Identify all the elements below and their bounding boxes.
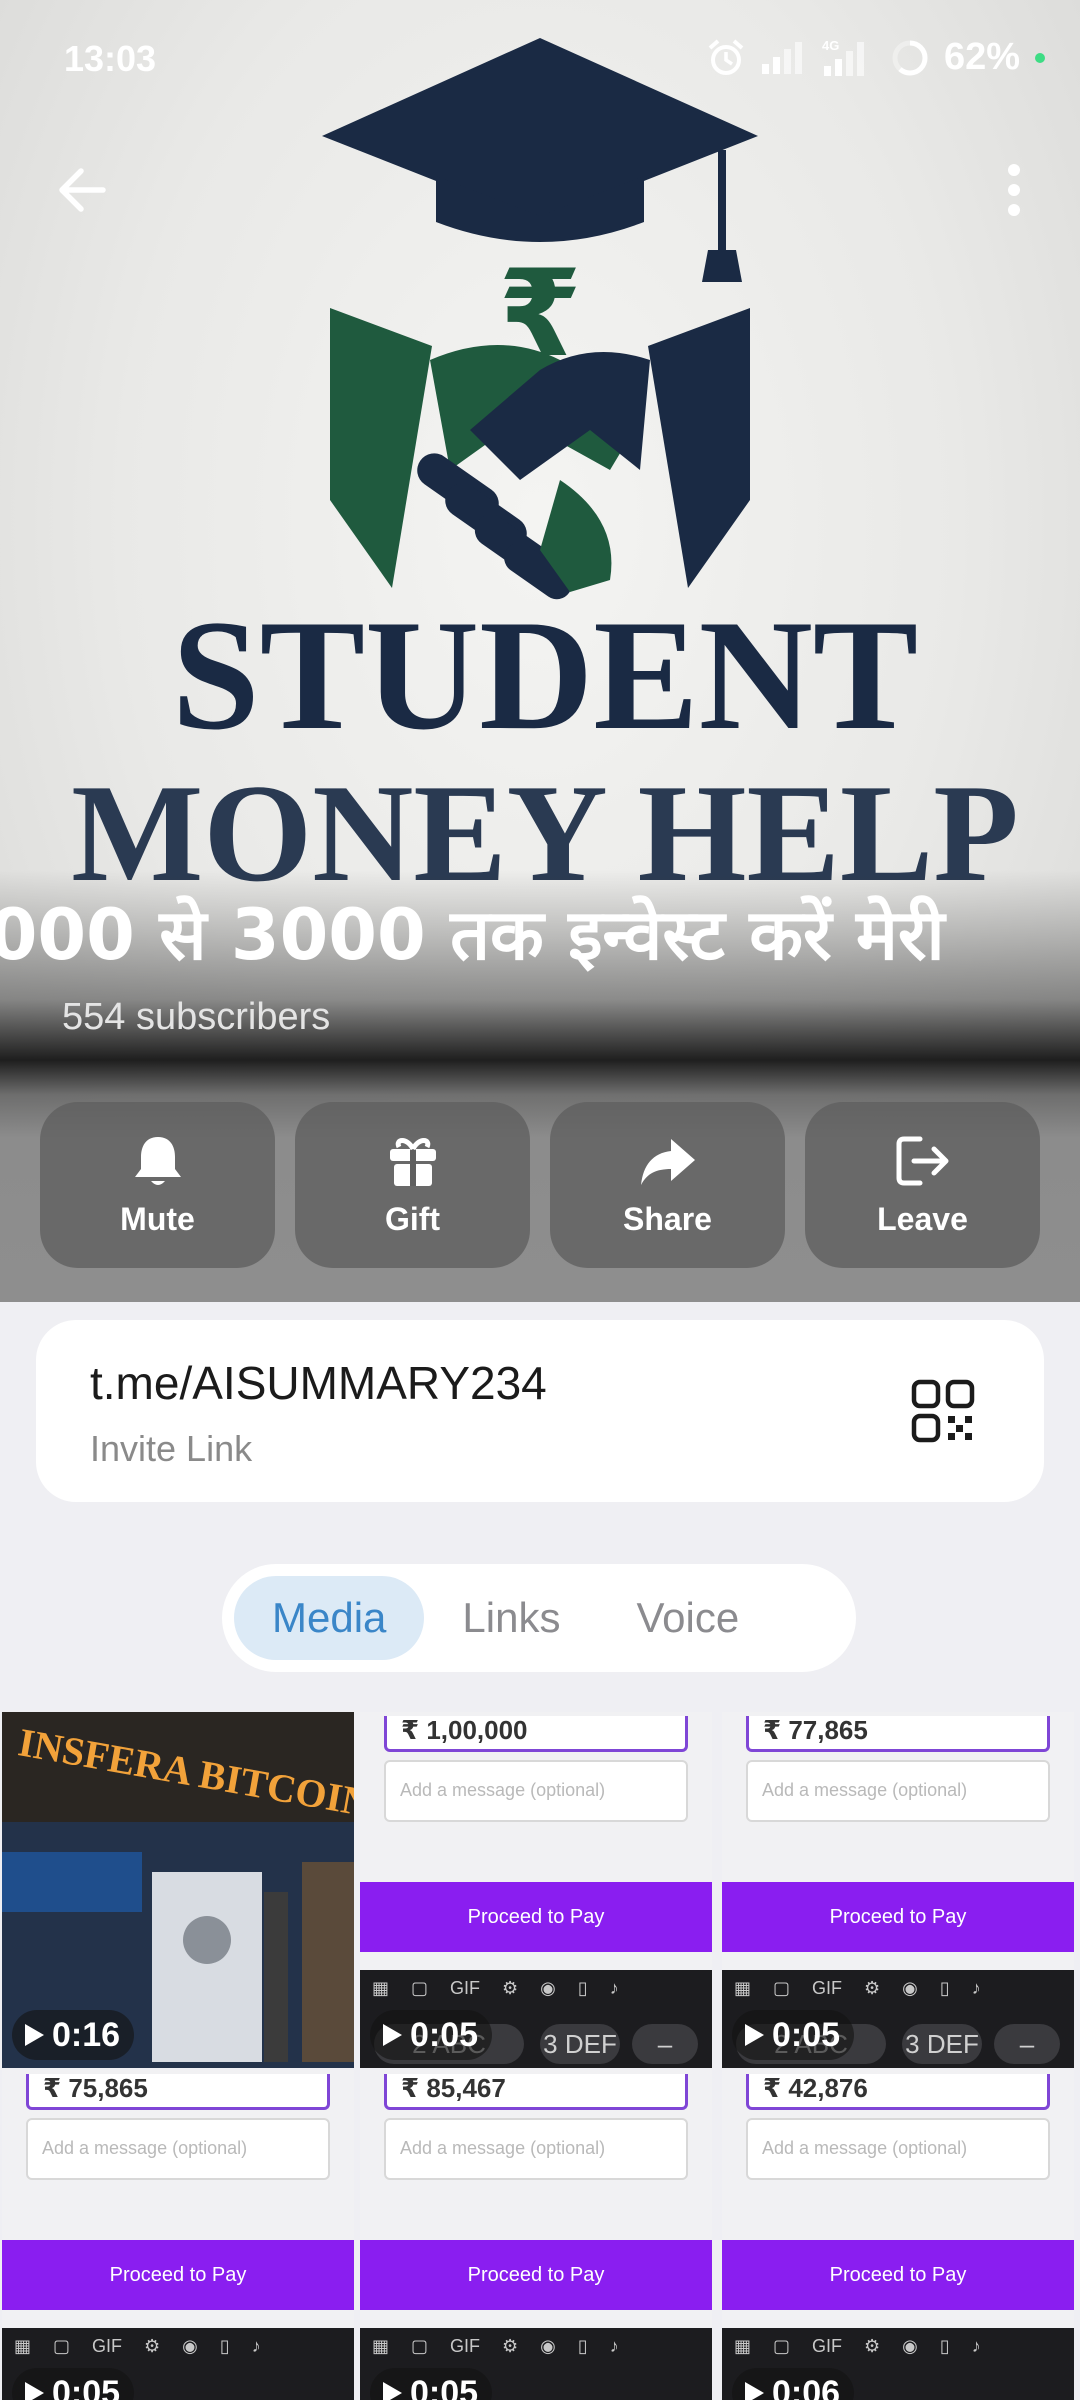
proceed-to-pay-label: Proceed to Pay [722, 2240, 1074, 2310]
status-time: 13:03 [64, 38, 157, 79]
signal-icon [761, 41, 802, 74]
signal-4g-icon: 4G [822, 38, 864, 76]
media-tabs: Media Links Voice [222, 1564, 856, 1672]
more-vert-icon [1008, 164, 1020, 216]
mute-label: Mute [120, 1200, 195, 1237]
key-minus: – [632, 2024, 698, 2064]
keyboard-toolbar: ▦ ▢ GIF ⚙ ◉ ▯ ♪ [14, 2336, 261, 2356]
share-label: Share [623, 1200, 712, 1237]
media-item[interactable]: INSFERA BITCOIN SHOP 0:16 [2, 1712, 354, 2068]
channel-header: ₹ STUDENT MONEY HELP 13:03 4G 62% 1000 स… [0, 0, 1080, 1302]
payment-amount: ₹ 77,865 [746, 1716, 1050, 1752]
leave-icon [896, 1136, 948, 1185]
play-icon [745, 2382, 764, 2400]
channel-title: 1000 से 3000 तक इन्वेस्ट करें मेरी [0, 894, 945, 976]
media-grid: INSFERA BITCOIN SHOP 0:16 ₹ 1,00,000 Add… [0, 1712, 1080, 2400]
video-duration: 0:06 [732, 2368, 855, 2400]
channel-logo: ₹ STUDENT MONEY HELP [71, 38, 1019, 900]
payment-amount: ₹ 42,876 [746, 2074, 1050, 2110]
video-duration: 0:05 [12, 2368, 135, 2400]
media-item[interactable]: ₹ 85,467 Add a message (optional) Procee… [360, 2070, 712, 2400]
proceed-to-pay-label: Proceed to Pay [2, 2240, 354, 2310]
payment-amount: ₹ 1,00,000 [384, 1716, 688, 1752]
battery-percent: 62% [943, 36, 1020, 78]
keyboard-toolbar: ▦ ▢ GIF ⚙ ◉ ▯ ♪ [372, 2336, 619, 2356]
share-icon [640, 1138, 695, 1185]
payment-screenshot: ₹ 85,467 Add a message (optional) Procee… [360, 2070, 712, 2400]
gift-button[interactable]: Gift [295, 1102, 530, 1268]
play-icon [383, 2382, 402, 2400]
play-icon [383, 2024, 402, 2046]
play-icon [25, 2024, 44, 2046]
proceed-to-pay-label: Proceed to Pay [360, 1882, 712, 1952]
proceed-to-pay-label: Proceed to Pay [722, 1882, 1074, 1952]
invite-link-label: Invite Link [90, 1428, 253, 1469]
payment-screenshot: ₹ 42,876 Add a message (optional) Procee… [722, 2070, 1074, 2400]
message-placeholder: Add a message (optional) [384, 2118, 688, 2180]
invite-link-card[interactable]: t.me/AISUMMARY234 Invite Link [36, 1320, 1044, 1502]
alarm-icon [708, 38, 744, 75]
play-icon [25, 2382, 44, 2400]
tab-media[interactable]: Media [234, 1576, 425, 1660]
rupee-icon: ₹ [498, 245, 582, 384]
svg-text:STUDENT: STUDENT [172, 588, 918, 763]
back-arrow-icon [59, 168, 106, 212]
message-placeholder: Add a message (optional) [746, 2118, 1050, 2180]
payment-amount: ₹ 75,865 [26, 2074, 330, 2110]
qr-code-icon[interactable] [910, 1378, 976, 1444]
message-placeholder: Add a message (optional) [746, 1760, 1050, 1822]
keyboard-toolbar: ▦ ▢ GIF ⚙ ◉ ▯ ♪ [372, 1978, 619, 1998]
mute-button[interactable]: Mute [40, 1102, 275, 1268]
gift-icon [389, 1137, 436, 1186]
message-placeholder: Add a message (optional) [26, 2118, 330, 2180]
proceed-to-pay-label: Proceed to Pay [360, 2240, 712, 2310]
payment-amount: ₹ 85,467 [384, 2074, 688, 2110]
gift-label: Gift [384, 1200, 441, 1237]
invite-link-url[interactable]: t.me/AISUMMARY234 [90, 1356, 547, 1410]
back-button[interactable] [34, 142, 130, 238]
tab-voice[interactable]: Voice [598, 1576, 777, 1660]
leave-button[interactable]: Leave [805, 1102, 1040, 1268]
bell-icon [134, 1136, 181, 1185]
media-item[interactable]: ₹ 1,00,000 Add a message (optional) Proc… [360, 1712, 712, 2068]
leave-label: Leave [877, 1200, 968, 1237]
subscriber-count: 554 subscribers [62, 996, 331, 1038]
green-dot-icon [1035, 52, 1045, 63]
action-buttons: Mute Gift Share Leave [40, 1102, 1040, 1268]
key-minus: – [994, 2024, 1060, 2064]
status-icons: 4G 62% [706, 36, 1046, 79]
tab-links[interactable]: Links [424, 1576, 598, 1660]
media-item[interactable]: ₹ 77,865 Add a message (optional) Procee… [722, 1712, 1074, 2068]
payment-screenshot: ₹ 75,865 Add a message (optional) Procee… [2, 2070, 354, 2400]
media-item[interactable]: ₹ 42,876 Add a message (optional) Procee… [722, 2070, 1074, 2400]
media-item[interactable]: ₹ 75,865 Add a message (optional) Procee… [2, 2070, 354, 2400]
status-bar: 13:03 4G 62% [0, 0, 1080, 120]
battery-icon [892, 40, 928, 75]
play-icon [745, 2024, 764, 2046]
key-3: 3 DEF [540, 2024, 620, 2064]
more-options-button[interactable] [966, 142, 1062, 238]
video-duration: 0:05 [732, 2010, 855, 2060]
svg-text:4G: 4G [822, 38, 839, 53]
key-3: 3 DEF [902, 2024, 982, 2064]
message-placeholder: Add a message (optional) [384, 1760, 688, 1822]
keyboard-toolbar: ▦ ▢ GIF ⚙ ◉ ▯ ♪ [734, 2336, 981, 2356]
video-duration: 0:16 [12, 2010, 135, 2060]
video-duration: 0:05 [370, 2010, 493, 2060]
share-button[interactable]: Share [550, 1102, 785, 1268]
keyboard-toolbar: ▦ ▢ GIF ⚙ ◉ ▯ ♪ [734, 1978, 981, 1998]
video-duration: 0:05 [370, 2368, 493, 2400]
